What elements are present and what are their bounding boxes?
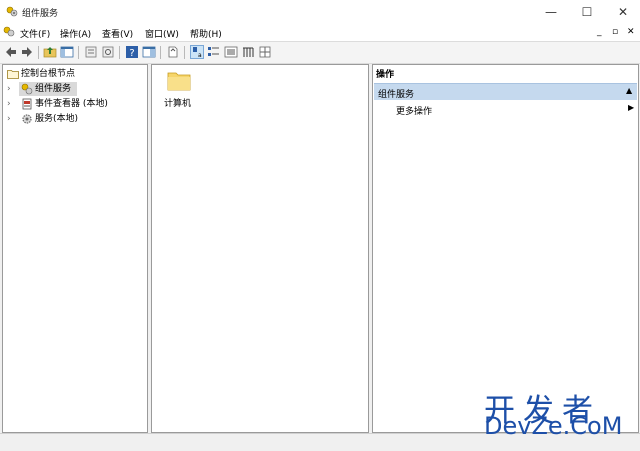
small-icons-view-icon[interactable] [207, 45, 221, 59]
svg-text:?: ? [129, 48, 134, 59]
close-button[interactable]: ✕ [606, 0, 640, 24]
watermark-text-line2: DevZe.CoM [484, 412, 623, 440]
menu-action[interactable]: 操作(A) [60, 27, 91, 40]
large-icons-view-icon[interactable]: a [190, 45, 204, 59]
menu-bar: 文件(F) 操作(A) 查看(V) 窗口(W) 帮助(H) _ ▫ ✕ [0, 24, 640, 41]
item-label: 计算机 [164, 99, 192, 109]
back-arrow-icon[interactable] [4, 45, 18, 59]
toolbar-separator [119, 46, 120, 59]
actions-section-label: 组件服务 [378, 90, 415, 100]
component-services-icon [21, 83, 33, 95]
list-view-icon[interactable] [224, 45, 238, 59]
folder-icon [7, 69, 19, 79]
show-hide-action-pane-icon[interactable] [142, 45, 156, 59]
mdi-close-button[interactable]: ✕ [627, 27, 635, 37]
title-bar: 组件服务 — ☐ ✕ [0, 0, 640, 24]
folder-icon [167, 69, 191, 91]
mdi-restore-button[interactable]: ▫ [612, 27, 618, 37]
minimize-button[interactable]: — [534, 0, 568, 24]
submenu-arrow-icon: ▶ [628, 103, 635, 112]
tree-item-label: 事件查看器 (本地) [35, 99, 108, 109]
tree-root-label: 控制台根节点 [21, 69, 76, 79]
chevron-right-icon[interactable]: › [7, 82, 11, 96]
actions-pane: 操作 组件服务 ▲ 更多操作 ▶ [372, 64, 639, 433]
help-icon[interactable]: ? [125, 45, 139, 59]
tree-item-label: 组件服务 [35, 84, 72, 94]
services-gear-icon [21, 113, 33, 125]
details-view-icon[interactable] [241, 45, 255, 59]
window-title: 组件服务 [22, 9, 59, 19]
tree-root[interactable]: 控制台根节点 [5, 67, 145, 81]
toolbar-separator [38, 46, 39, 59]
tile-view-icon[interactable] [258, 45, 272, 59]
menu-view[interactable]: 查看(V) [102, 27, 133, 40]
forward-arrow-icon[interactable] [20, 45, 34, 59]
collapse-up-icon[interactable]: ▲ [626, 86, 632, 95]
console-tree-pane[interactable]: 控制台根节点 › 组件服务 › 事件查看器 (本地) › 服务(本地) [2, 64, 148, 433]
toolbar-separator [78, 46, 79, 59]
tree-item-event-viewer[interactable]: › 事件查看器 (本地) [5, 97, 145, 111]
tree-item-label: 服务(本地) [35, 114, 79, 124]
chevron-right-icon[interactable]: › [7, 112, 11, 126]
menu-window[interactable]: 窗口(W) [145, 27, 179, 40]
menu-file[interactable]: 文件(F) [20, 27, 50, 40]
more-actions-item[interactable]: 更多操作 ▶ [374, 102, 637, 117]
actions-header: 操作 [376, 70, 395, 80]
menu-help[interactable]: 帮助(H) [190, 27, 222, 40]
maximize-button[interactable]: ☐ [570, 0, 604, 24]
tree-item-component-services[interactable]: › 组件服务 [5, 82, 145, 96]
toolbar: ? a [0, 41, 640, 64]
mmc-menu-icon[interactable] [3, 26, 15, 38]
show-hide-console-tree-icon[interactable] [60, 45, 74, 59]
refresh-icon[interactable] [101, 45, 115, 59]
export-list-icon[interactable] [166, 45, 180, 59]
results-pane[interactable]: 计算机 [151, 64, 369, 433]
actions-section-component-services[interactable]: 组件服务 ▲ [374, 83, 637, 100]
chevron-right-icon[interactable]: › [7, 97, 11, 111]
up-folder-icon[interactable] [43, 45, 57, 59]
tree-item-services[interactable]: › 服务(本地) [5, 112, 145, 126]
properties-icon[interactable] [84, 45, 98, 59]
svg-text:a: a [198, 52, 202, 58]
app-icon [6, 6, 18, 18]
event-viewer-icon [21, 98, 33, 110]
computer-folder-item[interactable]: 计算机 [164, 69, 204, 109]
mdi-minimize-button[interactable]: _ [597, 27, 602, 37]
toolbar-separator [184, 46, 185, 59]
toolbar-separator [160, 46, 161, 59]
more-actions-label: 更多操作 [396, 107, 433, 117]
